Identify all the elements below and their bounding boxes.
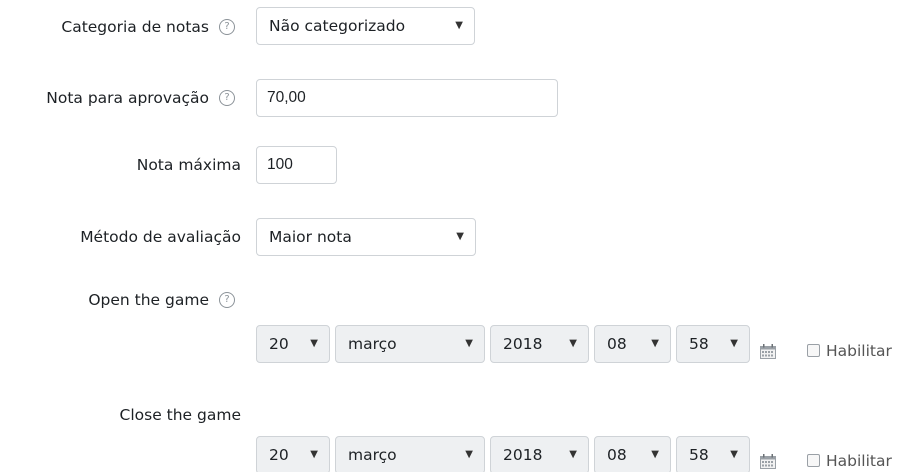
open-game-label: Open the game bbox=[88, 291, 209, 309]
close-enable-label[interactable]: Habilitar bbox=[826, 451, 892, 471]
close-day-select[interactable]: 20 ▼ bbox=[256, 436, 330, 472]
chevron-down-icon: ▼ bbox=[651, 449, 659, 460]
grade-pass-label: Nota para aprovação bbox=[46, 89, 209, 107]
calendar-icon[interactable] bbox=[760, 454, 776, 469]
close-hour-select[interactable]: 08 ▼ bbox=[594, 436, 671, 472]
max-grade-input[interactable] bbox=[256, 146, 337, 184]
close-hour-value: 08 bbox=[607, 446, 627, 464]
open-hour-select[interactable]: 08 ▼ bbox=[594, 325, 671, 363]
close-enable-checkbox[interactable] bbox=[807, 454, 820, 467]
chevron-down-icon: ▼ bbox=[569, 449, 577, 460]
grade-method-label: Método de avaliação bbox=[80, 228, 241, 246]
chevron-down-icon: ▼ bbox=[730, 449, 738, 460]
close-year-value: 2018 bbox=[503, 446, 543, 464]
chevron-down-icon: ▼ bbox=[455, 20, 463, 31]
close-month-select[interactable]: março ▼ bbox=[335, 436, 485, 472]
open-enable-checkbox[interactable] bbox=[807, 344, 820, 357]
open-minute-value: 58 bbox=[689, 335, 709, 353]
open-year-value: 2018 bbox=[503, 335, 543, 353]
close-day-value: 20 bbox=[269, 446, 289, 464]
question-circle-icon[interactable]: ? bbox=[219, 90, 235, 106]
grade-category-select[interactable]: Não categorizado ▼ bbox=[256, 7, 475, 45]
question-circle-icon[interactable]: ? bbox=[219, 292, 235, 308]
chevron-down-icon: ▼ bbox=[456, 231, 464, 242]
chevron-down-icon: ▼ bbox=[465, 338, 473, 349]
grade-category-label: Categoria de notas bbox=[61, 18, 209, 36]
close-minute-select[interactable]: 58 ▼ bbox=[676, 436, 750, 472]
chevron-down-icon: ▼ bbox=[310, 449, 318, 460]
chevron-down-icon: ▼ bbox=[465, 449, 473, 460]
grade-category-value: Não categorizado bbox=[269, 17, 406, 35]
grade-method-select[interactable]: Maior nota ▼ bbox=[256, 218, 476, 256]
open-minute-select[interactable]: 58 ▼ bbox=[676, 325, 750, 363]
open-enable-label[interactable]: Habilitar bbox=[826, 341, 892, 361]
close-year-select[interactable]: 2018 ▼ bbox=[490, 436, 589, 472]
chevron-down-icon: ▼ bbox=[310, 338, 318, 349]
open-hour-value: 08 bbox=[607, 335, 627, 353]
chevron-down-icon: ▼ bbox=[730, 338, 738, 349]
open-day-value: 20 bbox=[269, 335, 289, 353]
grade-method-value: Maior nota bbox=[269, 228, 352, 246]
question-circle-icon[interactable]: ? bbox=[219, 19, 235, 35]
calendar-icon[interactable] bbox=[760, 344, 776, 359]
close-game-label: Close the game bbox=[119, 406, 242, 424]
open-month-value: março bbox=[348, 335, 397, 353]
close-month-value: março bbox=[348, 446, 397, 464]
close-minute-value: 58 bbox=[689, 446, 709, 464]
open-year-select[interactable]: 2018 ▼ bbox=[490, 325, 589, 363]
max-grade-label: Nota máxima bbox=[136, 156, 241, 174]
chevron-down-icon: ▼ bbox=[651, 338, 659, 349]
open-day-select[interactable]: 20 ▼ bbox=[256, 325, 330, 363]
chevron-down-icon: ▼ bbox=[569, 338, 577, 349]
open-month-select[interactable]: março ▼ bbox=[335, 325, 485, 363]
grade-pass-input[interactable] bbox=[256, 79, 558, 117]
quiz-settings-form: Categoria de notas ? Não categorizado ▼ … bbox=[0, 0, 909, 472]
